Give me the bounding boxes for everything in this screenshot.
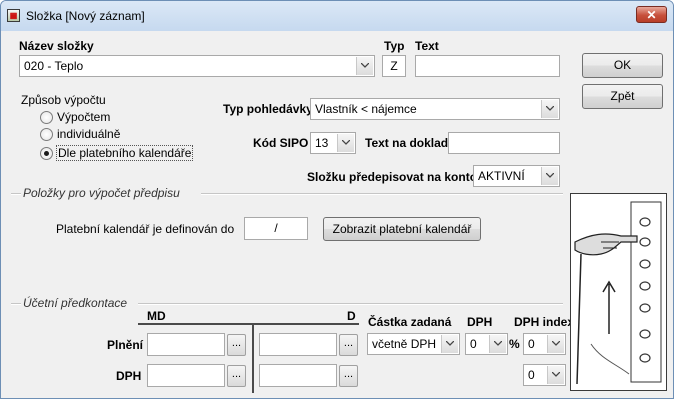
ok-button[interactable]: OK: [582, 53, 663, 78]
t-account-line: [138, 323, 359, 325]
elevator-panel-illustration: [570, 193, 667, 391]
window-title: Složka [Nový záznam]: [26, 9, 145, 23]
d-label: D: [347, 309, 356, 323]
predkontace-group-title: Účetní předkontace: [23, 296, 128, 310]
dph-dph-index-select[interactable]: 0: [523, 364, 566, 386]
plneni-dph-index-select[interactable]: 0: [523, 333, 566, 355]
close-button[interactable]: ✕: [636, 6, 667, 23]
chevron-down-icon[interactable]: [541, 167, 558, 185]
dph-col-label: DPH: [467, 315, 493, 329]
predepisovat-value: AKTIVNÍ: [478, 169, 525, 183]
title-bar: ▦ Složka [Nový záznam] ✕: [1, 1, 673, 31]
chevron-down-icon[interactable]: [547, 366, 564, 384]
text-na-doklad-label: Text na doklad: [365, 136, 449, 150]
kalendar-field[interactable]: /: [244, 217, 308, 240]
kalendar-label: Platební kalendář je definován do: [56, 222, 235, 236]
plneni-md-browse-button[interactable]: ...: [227, 334, 246, 356]
plneni-dph-index-value: 0: [528, 337, 535, 351]
zpusob-vypoctu-label: Způsob výpočtu: [21, 93, 106, 107]
hand-pointing-icon: [574, 201, 662, 385]
dph-value: 0: [470, 337, 477, 351]
dph-d-browse-button[interactable]: ...: [339, 365, 358, 387]
text-field[interactable]: [415, 55, 560, 77]
typ-label: Typ: [384, 39, 405, 53]
predepisovat-label: Složku předepisovat na konto: [307, 170, 478, 184]
radio-individualne-label[interactable]: individuálně: [57, 127, 120, 141]
chevron-down-icon[interactable]: [356, 57, 373, 75]
zobrazit-kalendar-button[interactable]: Zobrazit platební kalendář: [323, 217, 481, 241]
chevron-down-icon[interactable]: [541, 100, 558, 118]
castka-label: Částka zadaná: [368, 315, 452, 329]
chevron-down-icon[interactable]: [441, 335, 458, 353]
typ-field[interactable]: Z: [382, 55, 406, 77]
dph-dph-index-value: 0: [528, 368, 535, 382]
nazev-slozky-label: Název složky: [19, 39, 94, 53]
group-divider: [11, 303, 21, 305]
dph-md-field[interactable]: [147, 364, 225, 387]
typ-pohledavky-select[interactable]: Vlastník < nájemce: [310, 98, 560, 120]
radio-dle-kalendare[interactable]: [40, 147, 53, 160]
castka-value: včetně DPH: [372, 337, 437, 351]
radio-vypoctem-label[interactable]: Výpočtem: [57, 110, 110, 124]
polozky-group-title: Položky pro výpočet předpisu: [23, 186, 180, 200]
kod-sipo-select[interactable]: 13: [310, 132, 356, 154]
dph-row-label: DPH: [116, 369, 142, 383]
dph-select[interactable]: 0: [465, 333, 508, 355]
group-divider: [201, 193, 563, 195]
dph-index-label: DPH index: [514, 315, 575, 329]
nazev-slozky-select[interactable]: 020 - Teplo: [19, 55, 375, 77]
md-label: MD: [147, 309, 166, 323]
predepisovat-select[interactable]: AKTIVNÍ: [473, 165, 560, 187]
radio-dle-kalendare-label[interactable]: Dle platebního kalendáře: [56, 145, 194, 161]
plneni-d-browse-button[interactable]: ...: [339, 334, 358, 356]
nazev-slozky-value: 020 - Teplo: [24, 59, 84, 73]
typ-pohledavky-label: Typ pohledávky: [223, 102, 313, 116]
app-icon: ▦: [7, 9, 20, 22]
group-divider: [138, 303, 563, 305]
chevron-down-icon[interactable]: [547, 335, 564, 353]
dialog-window: ▦ Složka [Nový záznam] ✕ Název složky 02…: [0, 0, 674, 399]
chevron-down-icon[interactable]: [337, 134, 354, 152]
plneni-md-field[interactable]: [147, 333, 225, 356]
radio-vypoctem[interactable]: [40, 111, 53, 124]
t-account-line: [252, 323, 254, 393]
zpet-button[interactable]: Zpět: [582, 84, 663, 109]
kod-sipo-value: 13: [315, 136, 329, 150]
dph-d-field[interactable]: [259, 364, 337, 387]
radio-individualne[interactable]: [40, 128, 53, 141]
text-label: Text: [415, 39, 439, 53]
plneni-d-field[interactable]: [259, 333, 337, 356]
plneni-row-label: Plnění: [107, 338, 144, 352]
typ-pohledavky-value: Vlastník < nájemce: [315, 102, 417, 116]
castka-select[interactable]: včetně DPH: [367, 333, 460, 355]
chevron-down-icon[interactable]: [489, 335, 506, 353]
group-divider: [11, 193, 21, 195]
percent-sign: %: [509, 337, 520, 351]
kod-sipo-label: Kód SIPO: [253, 136, 309, 150]
dph-md-browse-button[interactable]: ...: [227, 365, 246, 387]
text-na-doklad-field[interactable]: [448, 132, 560, 154]
